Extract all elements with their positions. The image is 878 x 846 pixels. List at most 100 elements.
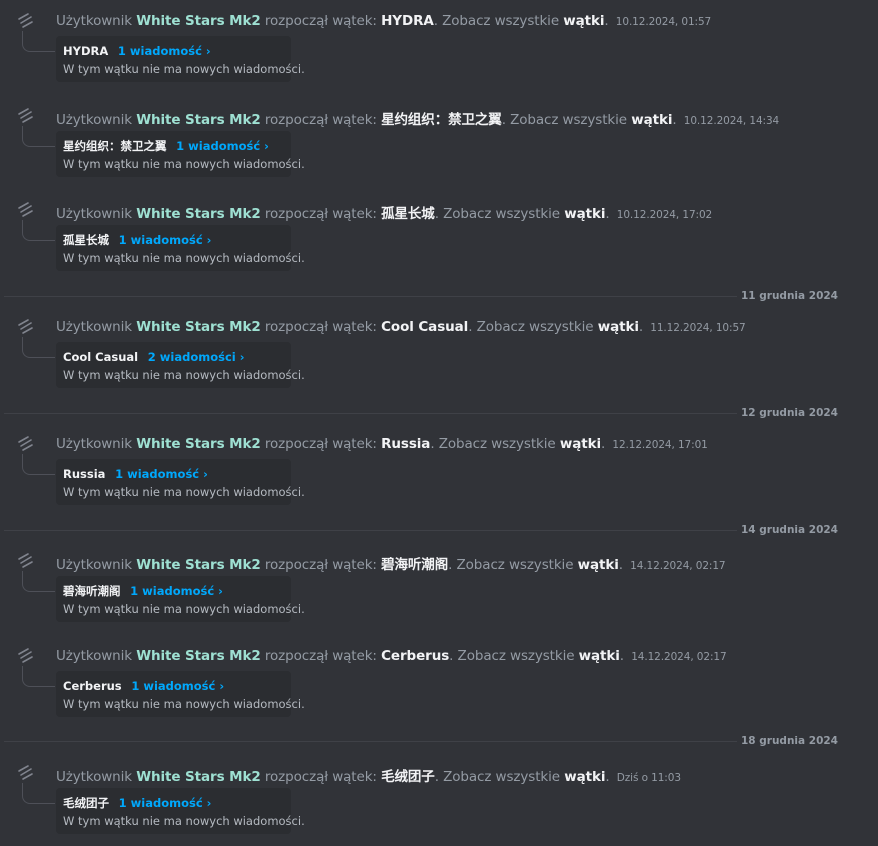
thread-icon: [18, 436, 33, 451]
thread-icon: [18, 13, 33, 28]
thread-card[interactable]: Russia 1 wiadomość › W tym wątku nie ma …: [56, 459, 305, 505]
thread-started-message: Użytkownik White Stars Mk2 rozpoczął wąt…: [0, 192, 878, 272]
started-text: rozpoczął wątek:: [264, 13, 377, 29]
message-count-link[interactable]: 2 wiadomości ›: [148, 350, 245, 364]
thread-title-link[interactable]: Russia: [381, 436, 430, 452]
username-link[interactable]: White Stars Mk2: [136, 319, 261, 335]
user-prefix: Użytkownik: [56, 319, 133, 335]
date-divider-label: 14 grudnia 2024: [737, 523, 842, 537]
timestamp: 12.12.2024, 17:01: [612, 439, 708, 451]
thread-card[interactable]: 毛绒团子 1 wiadomość › W tym wątku nie ma no…: [56, 788, 305, 834]
date-divider-label: 12 grudnia 2024: [737, 406, 842, 420]
started-text: rozpoczął wątek:: [264, 648, 377, 664]
date-divider: 12 grudnia 2024: [4, 406, 878, 420]
thread-title-link[interactable]: 碧海听潮阁: [381, 557, 448, 573]
thread-card-name: Cool Casual: [63, 350, 139, 364]
date-divider: 14 grudnia 2024: [4, 523, 878, 537]
username-link[interactable]: White Stars Mk2: [136, 557, 261, 573]
system-message-text: Użytkownik White Stars Mk2 rozpoczął wąt…: [56, 436, 708, 452]
message-count-link[interactable]: 1 wiadomość ›: [115, 467, 208, 481]
thread-connector: [22, 31, 55, 52]
see-all-threads-link[interactable]: wątki: [631, 112, 672, 128]
thread-icon: [18, 108, 33, 123]
username-link[interactable]: White Stars Mk2: [136, 206, 261, 222]
timestamp: 10.12.2024, 01:57: [615, 16, 712, 28]
thread-started-message: Użytkownik White Stars Mk2 rozpoczął wąt…: [0, 3, 878, 83]
started-text: rozpoczął wątek:: [264, 436, 377, 452]
no-new-messages-text: W tym wątku nie ma nowych wiadomości.: [63, 368, 305, 382]
thread-card[interactable]: 星约组织：禁卫之翼 1 wiadomość › W tym wątku nie …: [56, 131, 305, 177]
date-divider-label: 11 grudnia 2024: [737, 289, 842, 303]
see-all-threads-link[interactable]: wątki: [564, 206, 605, 222]
username-link[interactable]: White Stars Mk2: [136, 648, 261, 664]
timestamp: Dziś o 11:03: [616, 772, 681, 784]
see-all-threads-link[interactable]: wątki: [563, 13, 604, 29]
user-prefix: Użytkownik: [56, 769, 133, 785]
message-count-link[interactable]: 1 wiadomość ›: [118, 44, 211, 58]
thread-card[interactable]: Cool Casual 2 wiadomości › W tym wątku n…: [56, 342, 305, 388]
see-all-threads-link[interactable]: wątki: [579, 648, 620, 664]
thread-title-link[interactable]: Cerberus: [381, 648, 449, 664]
started-text: rozpoczął wątek:: [264, 112, 377, 128]
thread-started-message: Użytkownik White Stars Mk2 rozpoczął wąt…: [0, 98, 878, 178]
thread-card[interactable]: Cerberus 1 wiadomość › W tym wątku nie m…: [56, 671, 305, 717]
thread-connector: [22, 454, 55, 475]
message-count-link[interactable]: 1 wiadomość ›: [130, 584, 223, 598]
thread-started-message: Użytkownik White Stars Mk2 rozpoczął wąt…: [0, 638, 878, 718]
system-message-text: Użytkownik White Stars Mk2 rozpoczął wąt…: [56, 557, 726, 573]
see-all-threads-link[interactable]: wątki: [578, 557, 619, 573]
started-text: rozpoczął wątek:: [264, 769, 377, 785]
see-all-threads-link[interactable]: wątki: [564, 769, 605, 785]
thread-connector: [22, 783, 55, 804]
timestamp: 10.12.2024, 14:34: [683, 115, 780, 127]
see-all-threads-link[interactable]: wątki: [598, 319, 639, 335]
thread-card-name: 毛绒团子: [63, 796, 109, 810]
started-text: rozpoczął wątek:: [264, 319, 377, 335]
username-link[interactable]: White Stars Mk2: [136, 436, 261, 452]
thread-card[interactable]: HYDRA 1 wiadomość › W tym wątku nie ma n…: [56, 36, 305, 82]
thread-started-message: Użytkownik White Stars Mk2 rozpoczął wąt…: [0, 426, 878, 506]
user-prefix: Użytkownik: [56, 206, 133, 222]
see-all-text: Zobacz wszystkie: [443, 769, 561, 785]
message-count-link[interactable]: 1 wiadomość ›: [131, 679, 224, 693]
thread-card[interactable]: 碧海听潮阁 1 wiadomość › W tym wątku nie ma n…: [56, 576, 305, 622]
message-count-link[interactable]: 1 wiadomość ›: [176, 139, 269, 153]
started-text: rozpoczął wątek:: [264, 206, 377, 222]
message-count-link[interactable]: 1 wiadomość ›: [119, 796, 212, 810]
system-message-text: Użytkownik White Stars Mk2 rozpoczął wąt…: [56, 648, 727, 664]
see-all-text: Zobacz wszystkie: [476, 319, 594, 335]
username-link[interactable]: White Stars Mk2: [136, 13, 261, 29]
message-count-link[interactable]: 1 wiadomość ›: [119, 233, 212, 247]
user-prefix: Użytkownik: [56, 557, 133, 573]
see-all-text: Zobacz wszystkie: [510, 112, 628, 128]
thread-title-link[interactable]: 孤星长城: [381, 206, 435, 222]
timestamp: 14.12.2024, 02:17: [631, 651, 727, 663]
thread-icon: [18, 765, 33, 780]
thread-card-name: 星约组织：禁卫之翼: [63, 139, 167, 153]
thread-title-link[interactable]: 星约组织：禁卫之翼: [381, 112, 502, 128]
system-message-text: Użytkownik White Stars Mk2 rozpoczął wąt…: [56, 13, 712, 29]
no-new-messages-text: W tym wątku nie ma nowych wiadomości.: [63, 485, 305, 499]
username-link[interactable]: White Stars Mk2: [136, 112, 261, 128]
see-all-text: Zobacz wszystkie: [456, 557, 574, 573]
no-new-messages-text: W tym wątku nie ma nowych wiadomości.: [63, 62, 305, 76]
thread-started-message: Użytkownik White Stars Mk2 rozpoczął wąt…: [0, 755, 878, 835]
thread-connector: [22, 666, 55, 687]
thread-icon: [18, 319, 33, 334]
thread-title-link[interactable]: 毛绒团子: [381, 769, 435, 785]
no-new-messages-text: W tym wątku nie ma nowych wiadomości.: [63, 602, 305, 616]
no-new-messages-text: W tym wątku nie ma nowych wiadomości.: [63, 157, 305, 171]
divider-line: [4, 413, 737, 414]
thread-title-link[interactable]: Cool Casual: [381, 319, 468, 335]
divider-line: [4, 741, 737, 742]
thread-card-name: HYDRA: [63, 44, 109, 58]
thread-started-message: Użytkownik White Stars Mk2 rozpoczął wąt…: [0, 309, 878, 389]
thread-card[interactable]: 孤星长城 1 wiadomość › W tym wątku nie ma no…: [56, 225, 305, 271]
see-all-text: Zobacz wszystkie: [457, 648, 575, 664]
see-all-threads-link[interactable]: wątki: [560, 436, 601, 452]
thread-started-message: Użytkownik White Stars Mk2 rozpoczął wąt…: [0, 543, 878, 623]
thread-icon: [18, 648, 33, 663]
thread-title-link[interactable]: HYDRA: [381, 13, 434, 29]
username-link[interactable]: White Stars Mk2: [136, 769, 261, 785]
started-text: rozpoczął wątek:: [264, 557, 377, 573]
